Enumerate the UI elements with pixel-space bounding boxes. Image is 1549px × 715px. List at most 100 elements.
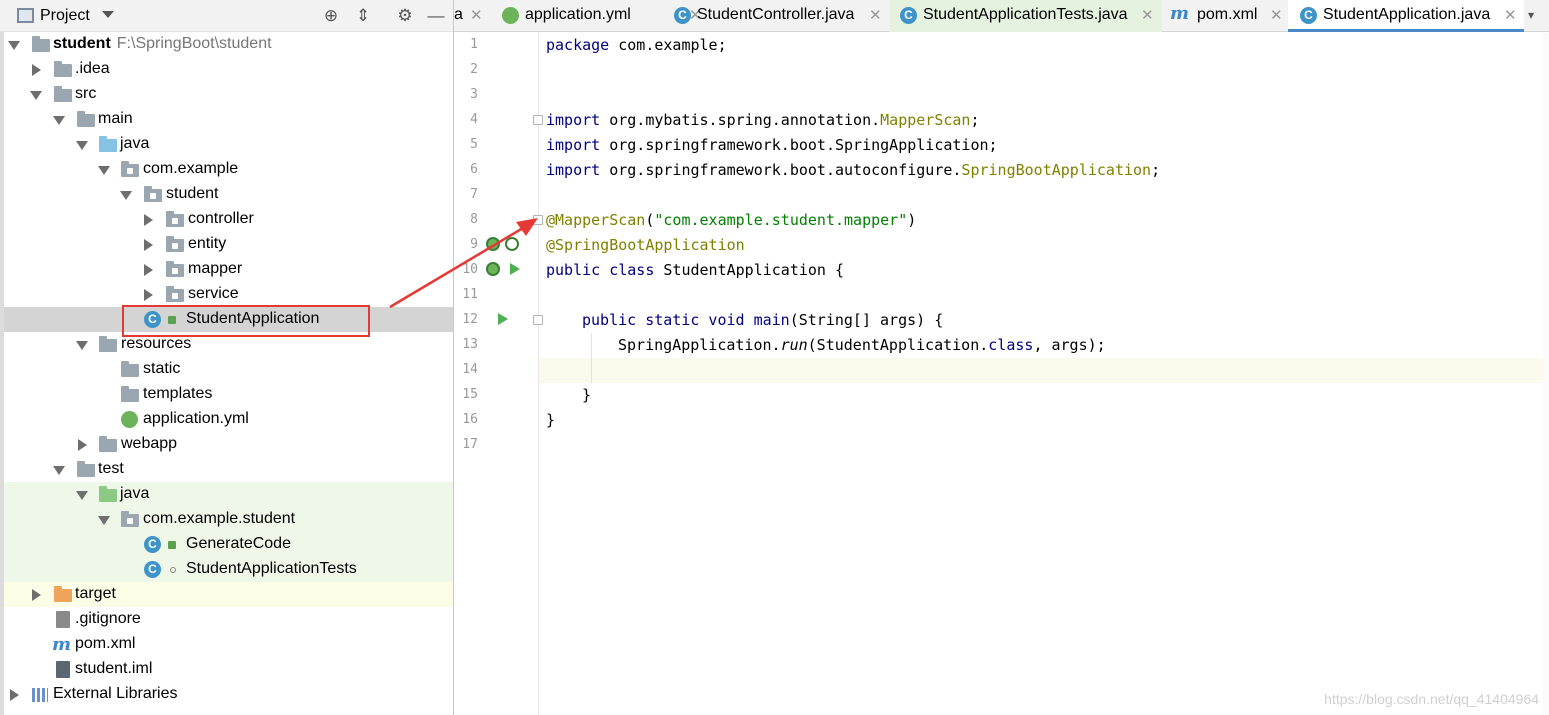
run-icon[interactable] (510, 263, 520, 275)
tree-row-student-root[interactable]: studentF:\SpringBoot\student (4, 32, 453, 57)
code-token: class (988, 336, 1033, 354)
tree-row-generate-code[interactable]: C GenerateCode (4, 532, 453, 557)
tab-overflow-icon[interactable]: ▾ (1528, 8, 1534, 22)
code-token: SpringApplication. (618, 336, 781, 354)
code-token: , args); (1033, 336, 1105, 354)
tree-row-target[interactable]: target (4, 582, 453, 607)
close-icon[interactable]: ✕ (1141, 6, 1154, 24)
editor-tab-bar: a ✕ application.yml ✕ C StudentControlle… (454, 0, 1549, 32)
yml-file-icon (121, 411, 138, 428)
expand-arrow-icon[interactable] (98, 166, 110, 175)
expand-arrow-icon[interactable] (30, 91, 42, 100)
tree-row-pom-xml[interactable]: m pom.xml (4, 632, 453, 657)
collapse-arrow-icon[interactable] (144, 214, 153, 226)
code-line-15: } (582, 383, 591, 408)
collapse-all-icon[interactable]: ⇕ (352, 5, 374, 27)
line-number: 10 (454, 262, 478, 277)
tree-label: External Libraries (53, 685, 178, 703)
tree-row-controller[interactable]: controller (4, 207, 453, 232)
tree-row-webapp[interactable]: webapp (4, 432, 453, 457)
fold-marker-icon[interactable] (533, 315, 543, 325)
expand-arrow-icon[interactable] (53, 466, 65, 475)
tree-row-student-pkg[interactable]: student (4, 182, 453, 207)
visibility-icon (170, 567, 176, 573)
tree-row-student-iml[interactable]: student.iml (4, 657, 453, 682)
tree-row-java[interactable]: java (4, 132, 453, 157)
tab-student-application-tests[interactable]: C StudentApplicationTests.java ✕ (890, 0, 1162, 32)
class-icon: C (144, 536, 161, 553)
folder-icon (77, 114, 95, 127)
collapse-arrow-icon[interactable] (144, 289, 153, 301)
editor-scrollbar[interactable] (1543, 33, 1549, 715)
tree-row-test[interactable]: test (4, 457, 453, 482)
gear-icon[interactable]: ⚙ (394, 5, 416, 27)
expand-arrow-icon[interactable] (76, 141, 88, 150)
tree-label: .gitignore (75, 610, 141, 628)
tab-pom-xml[interactable]: m pom.xml ✕ (1164, 0, 1292, 32)
hide-panel-icon[interactable]: — (425, 5, 447, 27)
tree-row-main[interactable]: main (4, 107, 453, 132)
code-token: StudentApplication { (654, 261, 844, 279)
tree-row-service[interactable]: service (4, 282, 453, 307)
folder-icon (54, 64, 72, 77)
code-token: org.springframework.boot.autoconfigure. (600, 161, 961, 179)
expand-arrow-icon[interactable] (76, 341, 88, 350)
tab-truncated[interactable]: a ✕ (454, 0, 488, 32)
line-number: 2 (454, 62, 478, 77)
tab-label: StudentApplication.java (1323, 6, 1490, 24)
tree-row-gitignore[interactable]: .gitignore (4, 607, 453, 632)
fold-marker-icon[interactable] (533, 115, 543, 125)
line-number: 12 (454, 312, 478, 327)
close-icon[interactable]: ✕ (470, 6, 483, 24)
collapse-arrow-icon[interactable] (78, 439, 87, 451)
expand-arrow-icon[interactable] (120, 191, 132, 200)
tree-row-test-java[interactable]: java (4, 482, 453, 507)
collapse-arrow-icon[interactable] (144, 239, 153, 251)
code-token: ; (970, 111, 979, 129)
collapse-arrow-icon[interactable] (10, 689, 19, 701)
tab-application-yml[interactable]: application.yml ✕ (500, 0, 662, 32)
tree-label: mapper (188, 260, 242, 278)
spring-bean-icon[interactable] (486, 237, 500, 251)
line-number: 3 (454, 87, 478, 102)
expand-arrow-icon[interactable] (98, 516, 110, 525)
locate-icon[interactable]: ⊕ (320, 5, 342, 27)
chevron-down-icon[interactable] (102, 11, 114, 18)
collapse-arrow-icon[interactable] (144, 264, 153, 276)
tree-row-static[interactable]: static (4, 357, 453, 382)
current-line-highlight (539, 358, 1549, 383)
tab-student-application[interactable]: C StudentApplication.java ✕ (1288, 0, 1524, 32)
tree-label: com.example.student (143, 510, 295, 528)
tree-row-mapper[interactable]: mapper (4, 257, 453, 282)
tree-row-external-libraries[interactable]: External Libraries (4, 682, 453, 707)
close-icon[interactable]: ✕ (1270, 6, 1283, 24)
code-token: "com.example.student.mapper" (654, 211, 907, 229)
fold-marker-icon[interactable] (533, 215, 543, 225)
expand-arrow-icon[interactable] (8, 41, 20, 50)
run-icon[interactable] (498, 313, 508, 325)
collapse-arrow-icon[interactable] (32, 64, 41, 76)
tree-row-student-application-tests[interactable]: C StudentApplicationTests (4, 557, 453, 582)
expand-arrow-icon[interactable] (76, 491, 88, 500)
tree-row-entity[interactable]: entity (4, 232, 453, 257)
tree-row-application-yml[interactable]: application.yml (4, 407, 453, 432)
iml-file-icon (56, 661, 70, 678)
folder-icon (77, 464, 95, 477)
tab-student-controller[interactable]: C StudentController.java ✕ (670, 0, 888, 32)
bean-navigate-icon[interactable] (505, 237, 519, 251)
tree-row-src[interactable]: src (4, 82, 453, 107)
code-line-16: } (546, 408, 555, 433)
tree-label: target (75, 585, 116, 603)
project-panel-title[interactable]: Project (40, 7, 90, 25)
close-icon[interactable]: ✕ (869, 6, 882, 24)
tree-row-templates[interactable]: templates (4, 382, 453, 407)
spring-bean-icon[interactable] (486, 262, 500, 276)
tree-row-com-example[interactable]: com.example (4, 157, 453, 182)
collapse-arrow-icon[interactable] (32, 589, 41, 601)
code-token: } (582, 386, 591, 404)
close-icon[interactable]: ✕ (1504, 6, 1517, 24)
expand-arrow-icon[interactable] (53, 116, 65, 125)
code-token: org.springframework.boot.SpringApplicati… (600, 136, 997, 154)
tree-row-idea[interactable]: .idea (4, 57, 453, 82)
tree-row-com-example-student[interactable]: com.example.student (4, 507, 453, 532)
